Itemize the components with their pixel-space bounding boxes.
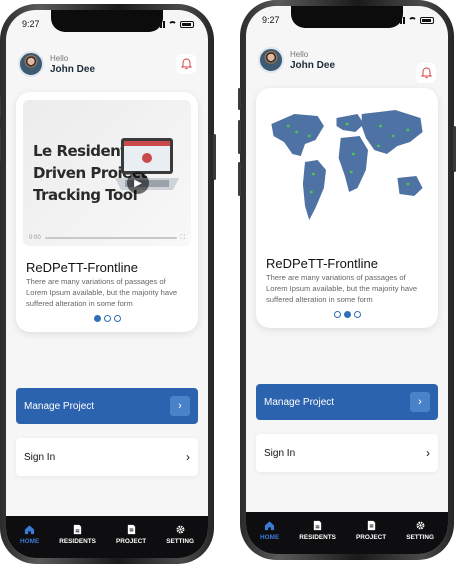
bell-icon xyxy=(420,67,432,79)
home-icon xyxy=(25,524,35,534)
carousel-card[interactable]: ReDPeTT-Frontline There are many variati… xyxy=(256,88,438,328)
carousel-dots xyxy=(256,311,438,318)
greeting: Hello xyxy=(290,50,309,59)
video-thumbnail[interactable]: Le Resident- Driven Project Tracking Too… xyxy=(23,100,191,246)
home-icon xyxy=(265,520,275,530)
video-time: 0:00 xyxy=(29,235,41,241)
manage-project-button[interactable]: Manage Project › xyxy=(256,384,438,420)
play-button[interactable]: ▶ xyxy=(127,172,149,194)
volume-button xyxy=(238,120,241,154)
carousel-dot[interactable] xyxy=(333,311,341,318)
file-icon xyxy=(367,520,375,530)
manage-project-button[interactable]: Manage Project › xyxy=(16,388,198,424)
mockup-stage: 9:27 Hello John Dee Le Resident- Driven … xyxy=(0,0,459,566)
volume-button xyxy=(238,88,241,110)
sign-in-button[interactable]: Sign In › xyxy=(16,438,198,476)
card-description: There are many variations of passages of… xyxy=(266,273,418,304)
bottom-nav: HOME RESIDENTS PROJECT SETTING xyxy=(6,516,208,558)
sign-in-button[interactable]: Sign In › xyxy=(256,434,438,472)
nav-label: PROJECT xyxy=(355,533,387,541)
user-header: Hello John Dee xyxy=(258,44,436,83)
card-description: There are many variations of passages of… xyxy=(26,277,178,308)
status-time: 9:27 xyxy=(262,15,280,25)
user-name: John Dee xyxy=(50,64,96,75)
power-button xyxy=(213,134,216,180)
nav-home[interactable]: HOME xyxy=(260,520,279,541)
nav-home[interactable]: HOME xyxy=(20,524,39,545)
volume-button xyxy=(0,96,1,118)
video-controls: 0:00 ⛶ xyxy=(29,234,185,242)
document-icon xyxy=(73,524,82,534)
nav-residents[interactable]: RESIDENTS xyxy=(299,520,336,541)
nav-label: RESIDENTS xyxy=(299,533,336,541)
carousel-dot[interactable] xyxy=(113,315,121,322)
world-map-image xyxy=(263,96,431,242)
nav-label: HOME xyxy=(260,533,280,541)
chevron-right-icon: › xyxy=(170,396,190,416)
nav-setting[interactable]: SETTING xyxy=(166,524,194,545)
status-bar: 9:27 xyxy=(22,18,194,30)
signal-icon xyxy=(157,20,165,28)
chevron-right-icon: › xyxy=(410,392,430,412)
battery-icon xyxy=(180,20,194,28)
bottom-nav: HOME RESIDENTS PROJECT SETTING xyxy=(246,512,448,554)
video-progress[interactable] xyxy=(44,237,177,239)
notification-button[interactable] xyxy=(416,63,436,83)
gear-icon xyxy=(416,521,425,529)
screen: 9:27 Hello John Dee xyxy=(6,10,208,558)
avatar[interactable] xyxy=(18,51,44,77)
signal-icon xyxy=(397,16,405,24)
status-bar: 9:27 xyxy=(262,14,434,26)
screen: 9:27 Hello John Dee xyxy=(246,6,448,554)
carousel-dot[interactable] xyxy=(103,315,111,322)
wifi-icon xyxy=(168,20,177,28)
nav-label: SETTING xyxy=(406,533,434,541)
nav-label: RESIDENTS xyxy=(59,537,96,545)
carousel-card[interactable]: Le Resident- Driven Project Tracking Too… xyxy=(16,92,198,332)
greeting: Hello xyxy=(50,54,69,63)
sign-in-label: Sign In xyxy=(24,451,56,463)
manage-project-label: Manage Project xyxy=(264,396,335,408)
nav-project[interactable]: PROJECT xyxy=(116,524,146,545)
notification-button[interactable] xyxy=(176,54,196,74)
carousel-dot[interactable] xyxy=(353,311,361,318)
manage-project-label: Manage Project xyxy=(24,400,95,412)
carousel-dot[interactable] xyxy=(93,315,101,322)
user-name: John Dee xyxy=(290,60,336,71)
nav-label: SETTING xyxy=(166,537,194,545)
chevron-right-icon: › xyxy=(186,450,190,464)
sign-in-label: Sign In xyxy=(264,447,296,459)
phone-right: 9:27 Hello John Dee ReDPeTT-Frontline Th… xyxy=(238,0,456,560)
gear-icon xyxy=(176,525,185,533)
volume-button xyxy=(238,162,241,196)
volume-button xyxy=(0,128,1,162)
file-icon xyxy=(127,524,135,534)
chevron-right-icon: › xyxy=(426,446,430,460)
nav-label: PROJECT xyxy=(115,537,147,545)
card-title: ReDPeTT-Frontline xyxy=(26,260,138,275)
nav-setting[interactable]: SETTING xyxy=(406,520,434,541)
fullscreen-icon[interactable]: ⛶ xyxy=(181,235,185,242)
wifi-icon xyxy=(408,16,417,24)
avatar[interactable] xyxy=(258,47,284,73)
document-icon xyxy=(313,520,322,530)
bell-icon xyxy=(180,58,192,70)
card-title: ReDPeTT-Frontline xyxy=(266,256,378,271)
carousel-dot[interactable] xyxy=(343,311,351,318)
carousel-dots xyxy=(16,315,198,322)
battery-icon xyxy=(420,16,434,24)
phone-left: 9:27 Hello John Dee Le Resident- Driven … xyxy=(0,4,216,564)
nav-residents[interactable]: RESIDENTS xyxy=(59,524,96,545)
user-header: Hello John Dee xyxy=(18,48,196,80)
status-time: 9:27 xyxy=(22,19,40,29)
nav-label: HOME xyxy=(20,537,40,545)
nav-project[interactable]: PROJECT xyxy=(356,520,386,541)
power-button xyxy=(453,126,456,172)
world-map-graphic xyxy=(271,110,423,220)
